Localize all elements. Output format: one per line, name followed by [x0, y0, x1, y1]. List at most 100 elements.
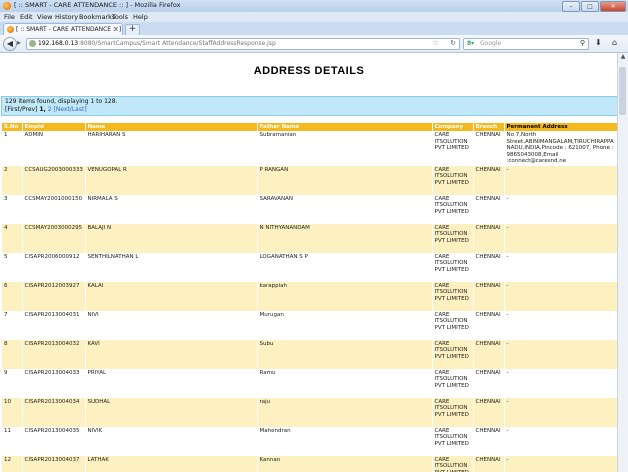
cell-company: CARE ITSOLUTION PVT LIMITED [432, 455, 474, 472]
cell-address: - [504, 455, 618, 472]
bookmark-star-icon[interactable]: ☆ [432, 38, 439, 47]
tab-favicon-icon [7, 26, 14, 33]
cell-sno: 10 [2, 397, 23, 427]
cell-company: CARE ITSOLUTION PVT LIMITED [432, 397, 474, 427]
google-engine-icon[interactable]: 8▾ [467, 40, 474, 47]
cell-father: Ramu [257, 368, 433, 398]
cell-company: CARE ITSOLUTION PVT LIMITED [432, 368, 474, 398]
cell-sno: 4 [2, 223, 23, 253]
cell-name: SENTHILNATHAN L [85, 252, 258, 282]
pager-first-prev: [First/Prev] [5, 106, 38, 113]
cell-father: LOGANATHAN S P [257, 252, 433, 282]
table-header-row: S.No EmpId Name Father Name Company Bran… [2, 123, 618, 131]
scroll-up-icon[interactable]: ▲ [618, 53, 628, 63]
cell-company: CARE ITSOLUTION PVT LIMITED [432, 310, 474, 340]
page-title: ADDRESS DETAILS [253, 65, 365, 77]
cell-empid: CISAPR2006000912 [22, 252, 86, 282]
cell-company: CARE ITSOLUTION PVT LIMITED [432, 131, 474, 166]
table-row: 3 CCSMAY2001000150 NIRMALA S SARAVANAN CARE … [2, 194, 618, 224]
home-icon[interactable]: ⌂ [612, 38, 617, 47]
url-bar[interactable]: 192.168.0.13:8080/SmartCampus/Smart Atte… [26, 38, 460, 50]
table-body: 1 ADMIN HARIHARAN S Subramanian CARE ITSOLUT… [2, 131, 618, 472]
cell-company: CARE ITSOLUTION PVT LIMITED [432, 339, 474, 369]
download-icon[interactable]: ⬇ [595, 38, 602, 47]
forward-icon[interactable]: ▸ [17, 38, 21, 47]
url-path: :8080/SmartCampus/Smart Attendance/Staff… [78, 40, 276, 47]
col-header-empid[interactable]: EmpId [22, 123, 86, 131]
vertical-scrollbar[interactable]: ▲ [617, 53, 628, 472]
search-bar[interactable]: 8▾ Google ⚲ [463, 38, 589, 50]
minimize-button[interactable]: – [562, 1, 580, 12]
pagination-info: 129 items found, displaying 1 to 128. [F… [1, 96, 618, 116]
menu-view[interactable]: View [37, 13, 52, 21]
table-row: 4 CCSMAY2003000295 BALAJI NN NITHYANANDAM C… [2, 223, 618, 253]
pager-current-page: 1, [39, 106, 46, 113]
cell-company: CARE ITSOLUTION PVT LIMITED [432, 252, 474, 282]
cell-address: No 7,North Street,ABINIMANGALAM,TIRUCHIR… [504, 131, 618, 166]
cell-empid: CISAPR2013004033 [22, 368, 86, 398]
menu-tools[interactable]: Tools [112, 13, 128, 21]
pager: [First/Prev] 1, 2 [Next/Last] [5, 106, 87, 113]
cell-father: Subu [257, 339, 433, 369]
table-row: 10 CISAPR2013004034 SUDHAL raju CARE ITSOLUT… [2, 397, 618, 427]
col-header-father-name[interactable]: Father Name [257, 123, 433, 131]
col-header-name[interactable]: Name [85, 123, 258, 131]
cell-address: - [504, 281, 618, 311]
cell-sno: 12 [2, 455, 23, 472]
maximize-button[interactable]: □ [581, 1, 599, 12]
pager-next-last-link[interactable]: [Next/Last] [53, 106, 86, 113]
cell-name: NIVIK [85, 426, 258, 456]
cell-empid: CISAPR2013004035 [22, 426, 86, 456]
pager-page-2-link[interactable]: 2 [48, 106, 52, 113]
cell-empid: CCSMAY2001000150 [22, 194, 86, 224]
cell-sno: 5 [2, 252, 23, 282]
site-identity-icon[interactable] [29, 40, 36, 47]
cell-company: CARE ITSOLUTION PVT LIMITED [432, 165, 474, 195]
col-header-company[interactable]: Company [432, 123, 474, 131]
cell-branch: CHENNAI [473, 426, 505, 456]
menu-history[interactable]: History [55, 13, 78, 21]
cell-address: - [504, 397, 618, 427]
reload-icon[interactable]: ↻ [450, 39, 456, 47]
cell-address: - [504, 223, 618, 253]
cell-father: SARAVANAN [257, 194, 433, 224]
cell-branch: CHENNAI [473, 281, 505, 311]
cell-address: - [504, 310, 618, 340]
table-row: 8 CISAPR2013004032 KAVI Subu CARE ITSOLUTION… [2, 339, 618, 369]
cell-company: CARE ITSOLUTION PVT LIMITED [432, 194, 474, 224]
url-text[interactable]: 192.168.0.13:8080/SmartCampus/Smart Atte… [38, 40, 276, 47]
cell-branch: CHENNAI [473, 194, 505, 224]
cell-branch: CHENNAI [473, 397, 505, 427]
back-button[interactable]: ◀ [3, 37, 17, 51]
cell-father: Kannan [257, 455, 433, 472]
close-button[interactable]: ✕ [600, 1, 626, 12]
cell-branch: CHENNAI [473, 252, 505, 282]
search-icon[interactable]: ⚲ [580, 39, 585, 47]
cell-company: CARE ITSOLUTION PVT LIMITED [432, 281, 474, 311]
table-row: 11 CISAPR2013004035 NIVIK Mahendran CARE ITS… [2, 426, 618, 456]
col-header-permanent-address[interactable]: Permanent Address [504, 123, 618, 131]
table-row: 5 CISAPR2006000912 SENTHILNATHAN L LOGANATH… [2, 252, 618, 282]
col-header-branch[interactable]: Branch [473, 123, 505, 131]
col-header-sno[interactable]: S.No [2, 123, 23, 131]
cell-father: N NITHYANANDAM [257, 223, 433, 253]
cell-father: Subramanian [257, 131, 433, 166]
cell-name: KAVI [85, 339, 258, 369]
menu-file[interactable]: File [4, 13, 15, 21]
cell-address: - [504, 426, 618, 456]
cell-name: PRIYAL [85, 368, 258, 398]
table-row: 7 CISAPR2013004031 NIVI Murugan CARE ITSOLUT… [2, 310, 618, 340]
menu-help[interactable]: Help [133, 13, 148, 21]
cell-name: HARIHARAN S [85, 131, 258, 166]
cell-branch: CHENNAI [473, 223, 505, 253]
scrollbar-thumb[interactable] [619, 67, 626, 115]
cell-name: LATHAK [85, 455, 258, 472]
cell-address: - [504, 165, 618, 195]
menu-edit[interactable]: Edit [20, 13, 33, 21]
navigation-toolbar: ◀ ▸ 192.168.0.13:8080/SmartCampus/Smart … [0, 35, 628, 53]
cell-sno: 6 [2, 281, 23, 311]
url-host: 192.168.0.13 [38, 40, 79, 47]
menu-bookmarks[interactable]: Bookmarks [79, 13, 115, 21]
tab-close-icon[interactable]: × [113, 25, 119, 33]
cell-empid: CCSAUG2003000333 [22, 165, 86, 195]
